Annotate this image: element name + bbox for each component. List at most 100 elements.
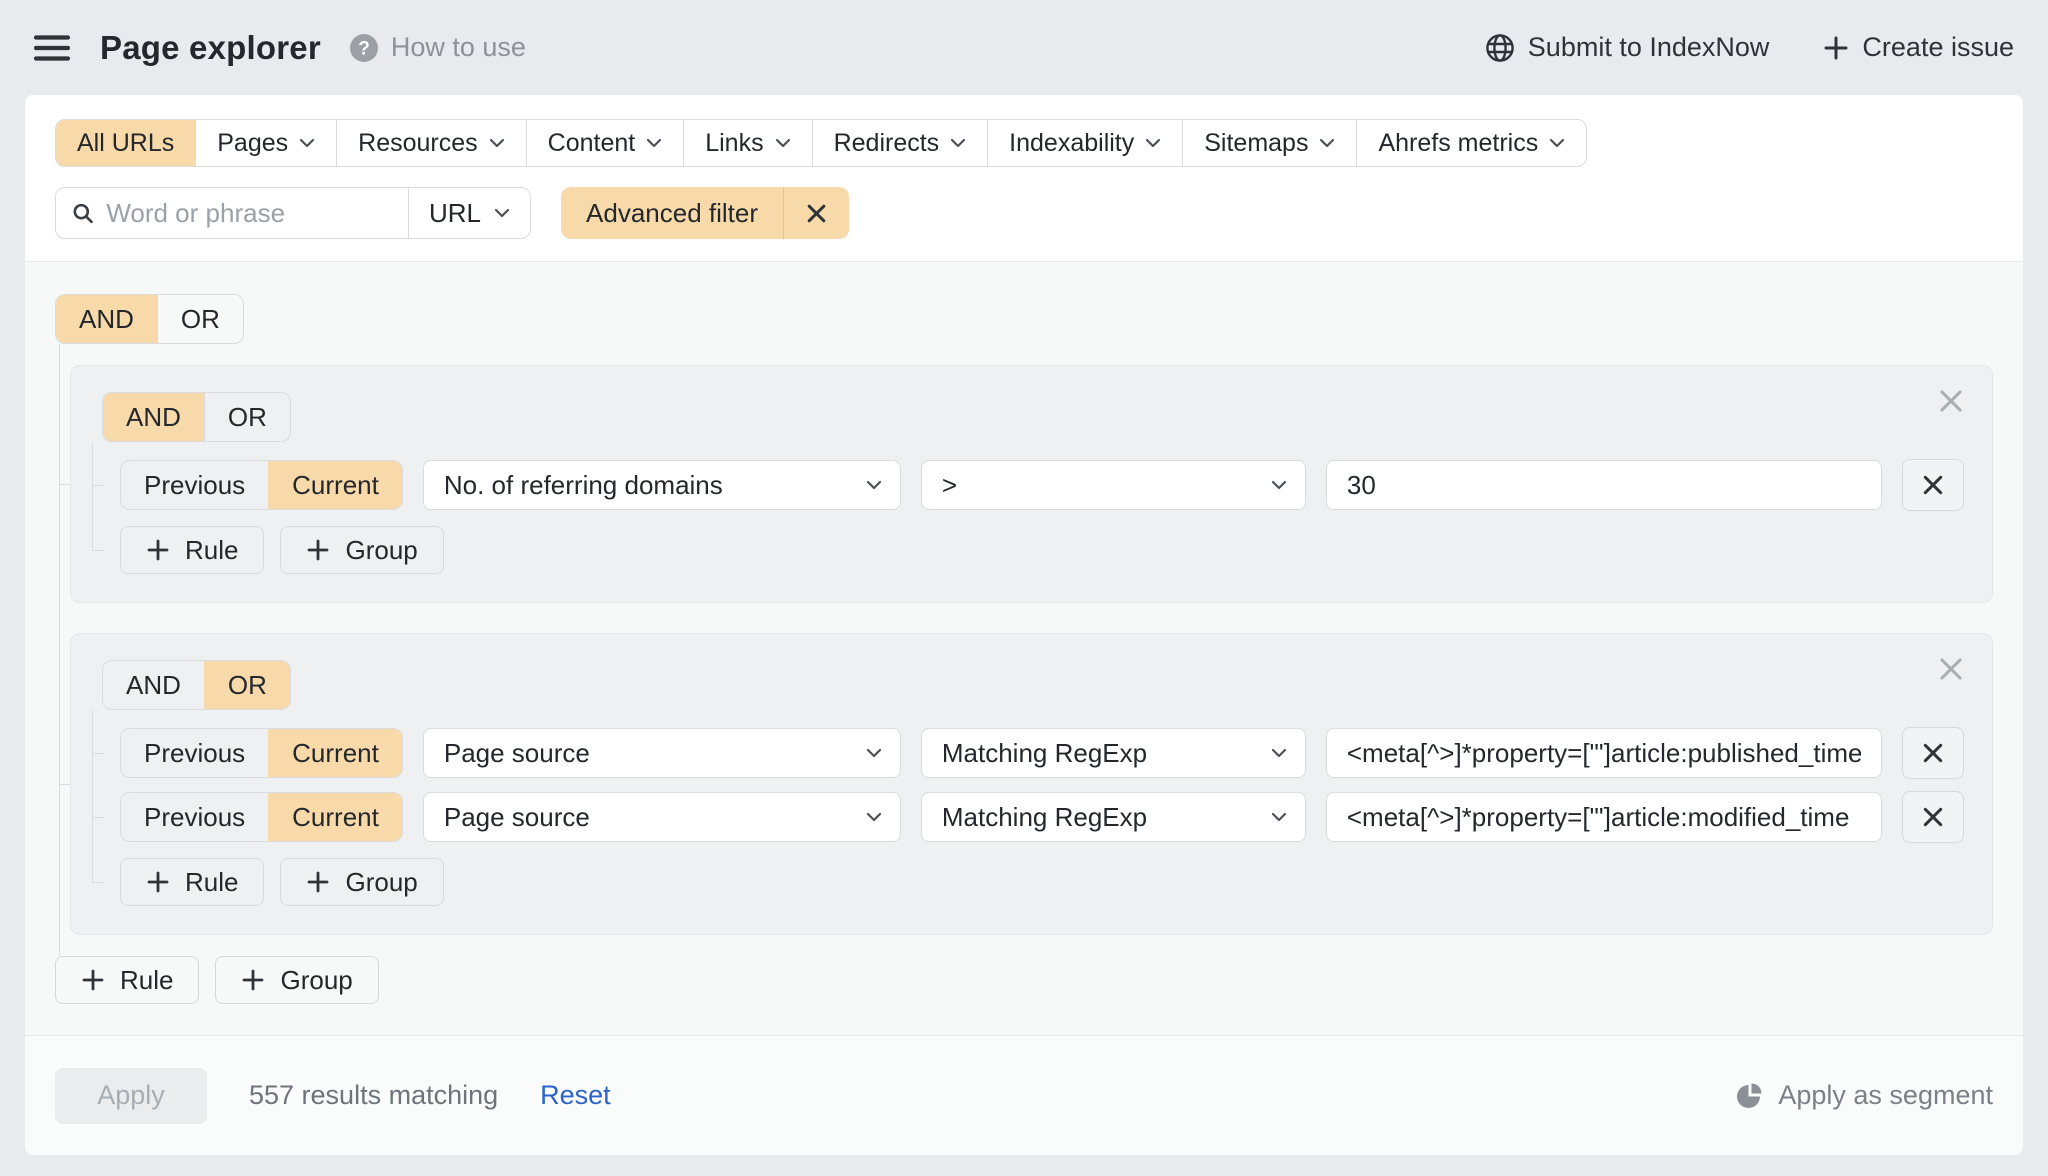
group-add-row: Rule Group xyxy=(120,858,1964,906)
chevron-down-icon xyxy=(1319,138,1335,148)
close-icon xyxy=(1938,656,1964,682)
hamburger-menu-icon[interactable] xyxy=(34,34,70,62)
close-icon xyxy=(1922,806,1944,828)
plus-icon xyxy=(306,538,330,562)
help-icon: ? xyxy=(349,33,379,63)
app-header: Page explorer ? How to use Submit to Ind… xyxy=(0,0,2048,95)
search-box xyxy=(56,188,408,238)
search-scope-value: URL xyxy=(429,198,481,229)
tab-ahrefs-metrics[interactable]: Ahrefs metrics xyxy=(1356,120,1586,166)
filters-header: All URLs Pages Resources Content Links R… xyxy=(25,95,2023,261)
tab-pages[interactable]: Pages xyxy=(195,120,336,166)
rule-value-input[interactable] xyxy=(1326,792,1882,842)
field-select[interactable]: No. of referring domains xyxy=(423,460,901,510)
filter-group-2: AND OR Previous Current Page source Matc… xyxy=(70,633,1993,935)
tab-redirects[interactable]: Redirects xyxy=(812,120,988,166)
submit-indexnow-label: Submit to IndexNow xyxy=(1528,32,1770,63)
chevron-down-icon xyxy=(489,138,505,148)
plus-icon xyxy=(81,968,105,992)
add-rule-button[interactable]: Rule xyxy=(120,858,264,906)
root-and-button[interactable]: AND xyxy=(56,295,157,343)
scope-toggle: Previous Current xyxy=(120,460,403,510)
tab-resources[interactable]: Resources xyxy=(336,120,526,166)
search-group: URL xyxy=(55,187,531,239)
tree-connector xyxy=(92,753,105,754)
root-or-button[interactable]: OR xyxy=(157,295,243,343)
condition-select[interactable]: Matching RegExp xyxy=(921,728,1306,778)
scope-previous-button[interactable]: Previous xyxy=(121,729,268,777)
chevron-down-icon xyxy=(494,208,510,218)
close-icon xyxy=(1938,388,1964,414)
rule-row: Previous Current Page source Matching Re… xyxy=(120,728,1964,778)
root-operator-toggle: AND OR xyxy=(55,294,244,344)
remove-advanced-filter-button[interactable] xyxy=(783,187,849,239)
scope-current-button[interactable]: Current xyxy=(268,793,402,841)
condition-select[interactable]: > xyxy=(921,460,1306,510)
remove-rule-button[interactable] xyxy=(1902,459,1964,511)
create-issue-button[interactable]: Create issue xyxy=(1823,32,2014,63)
tab-all-urls[interactable]: All URLs xyxy=(56,120,195,166)
add-rule-button[interactable]: Rule xyxy=(55,956,199,1004)
group-or-button[interactable]: OR xyxy=(204,661,290,709)
apply-button[interactable]: Apply xyxy=(55,1068,207,1124)
search-scope-select[interactable]: URL xyxy=(408,188,530,238)
plus-icon xyxy=(306,870,330,894)
condition-select[interactable]: Matching RegExp xyxy=(921,792,1306,842)
tab-content[interactable]: Content xyxy=(526,120,684,166)
globe-icon xyxy=(1485,33,1515,63)
apply-as-segment-button[interactable]: Apply as segment xyxy=(1735,1080,1993,1111)
svg-text:?: ? xyxy=(358,38,370,59)
group-operator-toggle: AND OR xyxy=(102,392,291,442)
scope-current-button[interactable]: Current xyxy=(268,461,402,509)
chevron-down-icon xyxy=(950,138,966,148)
chevron-down-icon xyxy=(299,138,315,148)
rule-value-input[interactable] xyxy=(1326,460,1882,510)
tree-connector xyxy=(59,344,60,956)
condition-select-value: Matching RegExp xyxy=(942,738,1147,769)
how-to-use-label: How to use xyxy=(391,32,526,63)
add-rule-button[interactable]: Rule xyxy=(120,526,264,574)
rule-row: Previous Current Page source Matching Re… xyxy=(120,792,1964,842)
close-icon xyxy=(1922,474,1944,496)
chevron-down-icon xyxy=(1549,138,1565,148)
add-group-button[interactable]: Group xyxy=(280,526,443,574)
remove-rule-button[interactable] xyxy=(1902,727,1964,779)
tab-sitemaps[interactable]: Sitemaps xyxy=(1182,120,1356,166)
chevron-down-icon xyxy=(866,812,882,822)
tab-links[interactable]: Links xyxy=(683,120,811,166)
remove-group-button[interactable] xyxy=(1938,388,1964,417)
group-operator-toggle: AND OR xyxy=(102,660,291,710)
scope-previous-button[interactable]: Previous xyxy=(121,461,268,509)
condition-select-value: > xyxy=(942,470,957,501)
field-select[interactable]: Page source xyxy=(423,728,901,778)
header-actions: Submit to IndexNow Create issue xyxy=(1485,32,2014,63)
chevron-down-icon xyxy=(1271,812,1287,822)
plus-icon xyxy=(1823,35,1849,61)
field-select[interactable]: Page source xyxy=(423,792,901,842)
tree-connector xyxy=(92,550,105,551)
condition-select-value: Matching RegExp xyxy=(942,802,1147,833)
add-group-button[interactable]: Group xyxy=(215,956,378,1004)
tab-indexability[interactable]: Indexability xyxy=(987,120,1182,166)
add-group-button[interactable]: Group xyxy=(280,858,443,906)
scope-toggle: Previous Current xyxy=(120,728,403,778)
chevron-down-icon xyxy=(1271,748,1287,758)
remove-group-button[interactable] xyxy=(1938,656,1964,685)
apply-as-segment-label: Apply as segment xyxy=(1778,1080,1993,1111)
remove-rule-button[interactable] xyxy=(1902,791,1964,843)
reset-link[interactable]: Reset xyxy=(540,1080,611,1111)
search-input[interactable] xyxy=(106,198,392,229)
field-select-value: No. of referring domains xyxy=(444,470,723,501)
scope-current-button[interactable]: Current xyxy=(268,729,402,777)
how-to-use-link[interactable]: ? How to use xyxy=(349,32,526,63)
group-and-button[interactable]: AND xyxy=(103,393,204,441)
group-or-button[interactable]: OR xyxy=(204,393,290,441)
chevron-down-icon xyxy=(866,480,882,490)
scope-previous-button[interactable]: Previous xyxy=(121,793,268,841)
field-select-value: Page source xyxy=(444,738,590,769)
advanced-filter-label: Advanced filter xyxy=(561,187,783,239)
submit-indexnow-button[interactable]: Submit to IndexNow xyxy=(1485,32,1770,63)
chevron-down-icon xyxy=(775,138,791,148)
group-and-button[interactable]: AND xyxy=(103,661,204,709)
rule-value-input[interactable] xyxy=(1326,728,1882,778)
